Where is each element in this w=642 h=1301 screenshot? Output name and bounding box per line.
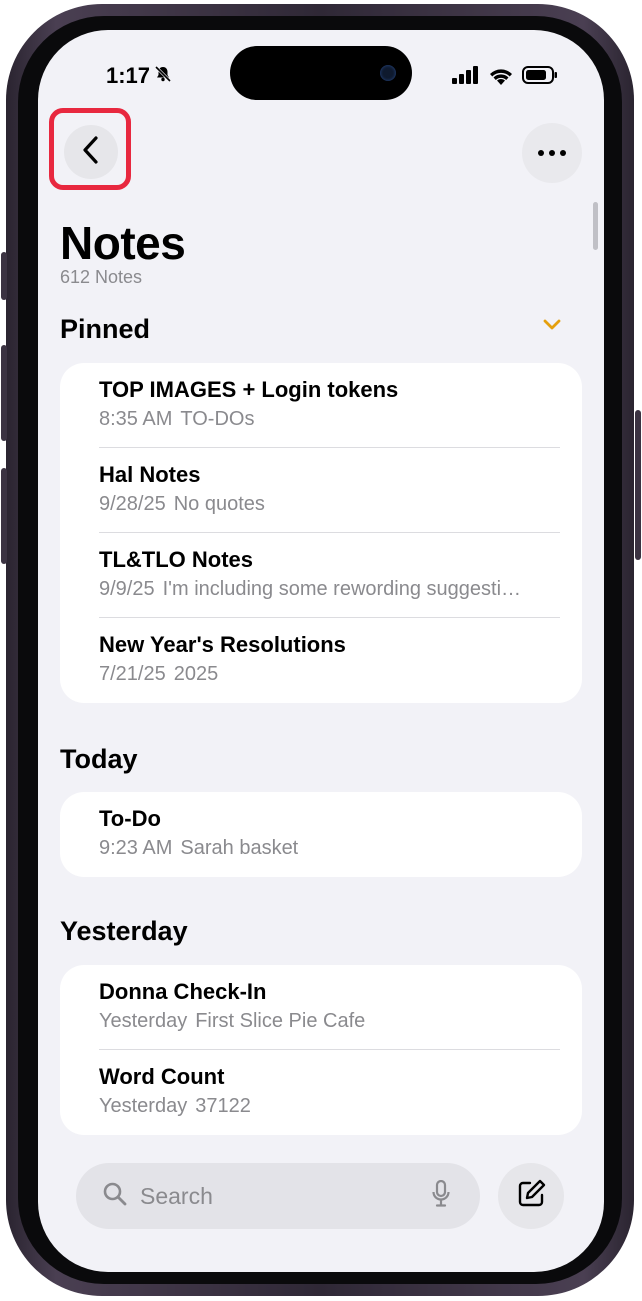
- note-date: 9/28/25: [99, 493, 166, 515]
- search-placeholder: Search: [140, 1182, 213, 1209]
- more-options-button[interactable]: [522, 123, 582, 183]
- note-title: Word Count: [99, 1064, 225, 1089]
- note-preview: I'm including some rewording suggesti…: [162, 578, 522, 600]
- volume-up-button: [1, 345, 7, 441]
- section-header-yesterday: Yesterday: [60, 916, 188, 946]
- status-icons: [452, 65, 558, 90]
- notes-screen: 1:17 Notes 612 Notes Pinned TOP IMAGES +…: [38, 30, 604, 1272]
- status-bar: 1:17: [38, 30, 604, 120]
- note-meta: 9/28/25 No quotes: [99, 493, 265, 516]
- status-time-text: 1:17: [106, 63, 151, 88]
- today-notes-list: To-Do 9:23 AM Sarah basket: [60, 792, 582, 877]
- section-header-pinned[interactable]: Pinned: [60, 314, 150, 345]
- search-field[interactable]: Search: [76, 1163, 480, 1229]
- ellipsis-icon: [537, 144, 567, 162]
- signal-icon: [452, 66, 480, 89]
- scroll-indicator[interactable]: [593, 202, 598, 250]
- note-row[interactable]: To-Do 9:23 AM Sarah basket: [60, 792, 582, 877]
- note-date: 8:35 AM: [99, 408, 173, 430]
- pinned-notes-list: TOP IMAGES + Login tokens 8:35 AM TO-DOs …: [60, 363, 582, 703]
- microphone-icon[interactable]: [432, 1179, 450, 1213]
- note-row[interactable]: Donna Check-In Yesterday First Slice Pie …: [60, 965, 582, 1050]
- note-preview: No quotes: [173, 493, 265, 515]
- note-meta: 7/21/25 2025: [99, 663, 218, 686]
- note-meta: 9:23 AM Sarah basket: [99, 837, 298, 860]
- note-preview: TO-DOs: [180, 408, 255, 430]
- notes-count: 612 Notes: [60, 267, 143, 287]
- page-title: Notes: [60, 217, 186, 269]
- bell-slash-icon: [154, 63, 172, 89]
- note-meta: 9/9/25 I'm including some rewording sugge…: [99, 578, 521, 601]
- note-date: Yesterday: [99, 1010, 188, 1032]
- note-date: 9:23 AM: [99, 837, 173, 859]
- note-preview: First Slice Pie Cafe: [195, 1010, 366, 1032]
- note-preview: 37122: [195, 1095, 251, 1117]
- note-date: 7/21/25: [99, 663, 166, 685]
- note-title: New Year's Resolutions: [99, 632, 346, 657]
- volume-down-button: [1, 468, 7, 564]
- note-preview: 2025: [173, 663, 219, 685]
- note-title: TOP IMAGES + Login tokens: [99, 377, 399, 402]
- action-button: [1, 252, 7, 300]
- note-title: TL&TLO Notes: [99, 547, 253, 572]
- note-meta: 8:35 AM TO-DOs: [99, 408, 254, 431]
- note-row[interactable]: New Year's Resolutions 7/21/25 2025: [60, 618, 582, 703]
- compose-button[interactable]: [498, 1163, 564, 1229]
- status-time: 1:17: [106, 63, 172, 89]
- note-title: Donna Check-In: [99, 979, 267, 1004]
- camera-icon: [380, 65, 396, 81]
- power-button: [635, 410, 641, 560]
- note-row[interactable]: Word Count Yesterday 37122: [60, 1050, 582, 1135]
- note-meta: Yesterday First Slice Pie Cafe: [99, 1010, 365, 1033]
- section-header-today: Today: [60, 744, 138, 774]
- dynamic-island: [230, 46, 412, 100]
- note-preview: Sarah basket: [180, 837, 299, 859]
- note-row[interactable]: TL&TLO Notes 9/9/25 I'm including some re…: [60, 533, 582, 618]
- compose-icon: [515, 1178, 547, 1215]
- note-meta: Yesterday 37122: [99, 1095, 251, 1118]
- note-title: To-Do: [99, 806, 161, 831]
- note-date: Yesterday: [99, 1095, 188, 1117]
- yesterday-notes-list: Donna Check-In Yesterday First Slice Pie …: [60, 965, 582, 1135]
- note-title: Hal Notes: [99, 462, 201, 487]
- note-row[interactable]: TOP IMAGES + Login tokens 8:35 AM TO-DOs: [60, 363, 582, 448]
- note-date: 9/9/25: [99, 578, 155, 600]
- battery-icon: [522, 66, 558, 89]
- search-icon: [102, 1181, 128, 1212]
- note-row[interactable]: Hal Notes 9/28/25 No quotes: [60, 448, 582, 533]
- back-button-highlight: [49, 108, 131, 190]
- wifi-icon: [488, 65, 514, 90]
- chevron-down-icon[interactable]: [542, 318, 562, 337]
